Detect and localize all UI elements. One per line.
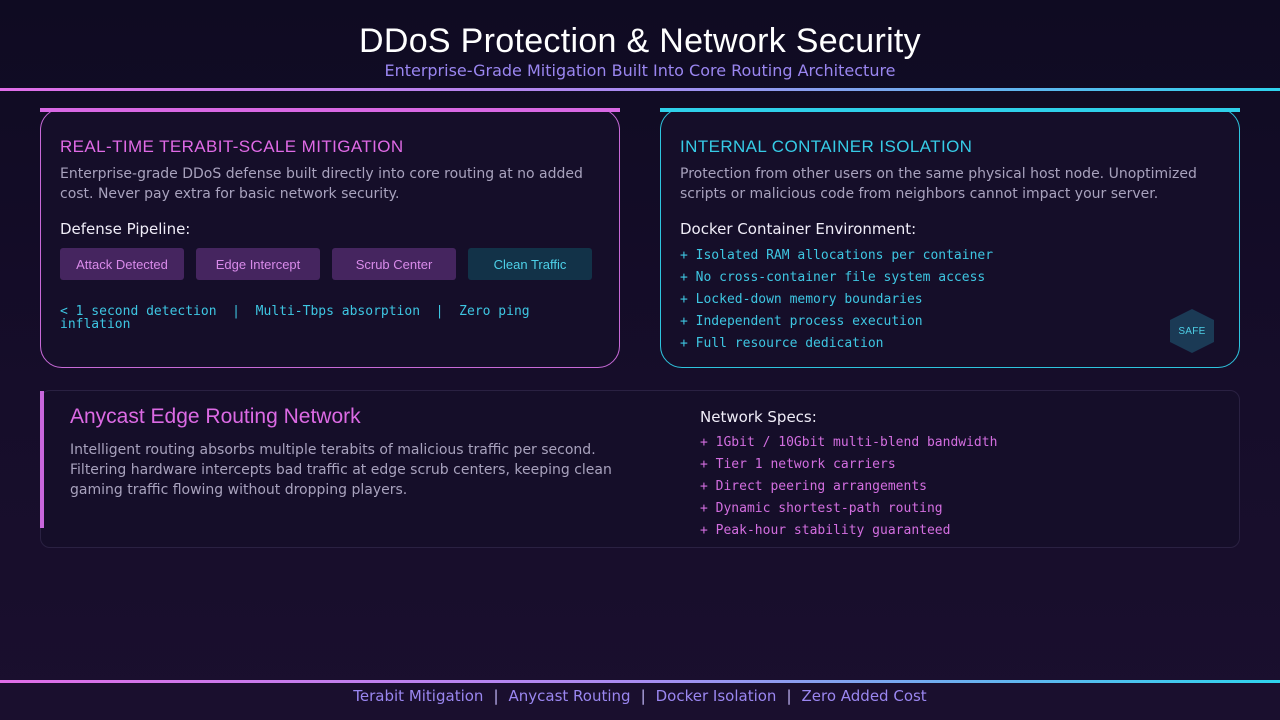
list-item: + Dynamic shortest-path routing xyxy=(700,501,943,516)
safe-badge-label: SAFE xyxy=(1178,325,1206,337)
footer-item: Terabit Mitigation xyxy=(353,687,484,705)
list-item: + Tier 1 network carriers xyxy=(700,457,896,472)
container-feature-list: + Isolated RAM allocations per container… xyxy=(680,247,993,357)
list-item: + Full resource dedication xyxy=(680,336,884,351)
list-item: + Isolated RAM allocations per container xyxy=(680,248,994,263)
list-item: + No cross-container file system access xyxy=(680,270,986,285)
pipeline-label: Defense Pipeline: xyxy=(60,220,191,238)
list-item: + Locked-down memory boundaries xyxy=(680,292,923,307)
footer: Terabit Mitigation | Anycast Routing | Docke… xyxy=(0,687,1280,705)
footer-separator: | xyxy=(786,687,792,705)
mitigation-card-title: REAL-TIME TERABIT-SCALE MITIGATION xyxy=(60,137,404,156)
anycast-title: Anycast Edge Routing Network xyxy=(70,405,361,428)
pipeline-stage-scrub-center: Scrub Center xyxy=(332,248,456,280)
list-item: + Independent process execution xyxy=(680,314,923,329)
mitigation-card-description: Enterprise-grade DDoS defense built dire… xyxy=(60,166,583,202)
isolation-card-description: Protection from other users on the same … xyxy=(680,166,1197,202)
bottom-gradient-divider xyxy=(0,680,1280,683)
pipeline-stage-clean-traffic: Clean Traffic xyxy=(468,248,592,280)
container-environment-label: Docker Container Environment: xyxy=(680,220,917,238)
isolation-card: INTERNAL CONTAINER ISOLATION Protection … xyxy=(660,108,1240,368)
network-specs-list: + 1Gbit / 10Gbit multi-blend bandwidth +… xyxy=(700,434,997,544)
pipeline-stage-edge-intercept: Edge Intercept xyxy=(196,248,320,280)
isolation-card-accent-bar xyxy=(660,108,1240,112)
list-item: + 1Gbit / 10Gbit multi-blend bandwidth xyxy=(700,435,998,450)
defense-pipeline: Attack Detected Edge Intercept Scrub Cen… xyxy=(60,248,600,280)
anycast-accent-bar xyxy=(40,391,44,528)
anycast-description: Intelligent routing absorbs multiple ter… xyxy=(70,442,612,498)
page-title: DDoS Protection & Network Security xyxy=(359,22,921,60)
page-subtitle: Enterprise-Grade Mitigation Built Into C… xyxy=(384,61,896,80)
mitigation-card: REAL-TIME TERABIT-SCALE MITIGATION Enter… xyxy=(40,108,620,368)
mitigation-card-accent-bar xyxy=(40,108,620,112)
anycast-panel: Anycast Edge Routing Network Intelligent… xyxy=(40,390,1240,548)
footer-separator: | xyxy=(493,687,499,705)
hexagon-shield-icon: SAFE xyxy=(1170,309,1214,353)
footer-item: Anycast Routing xyxy=(508,687,631,705)
footer-item: Zero Added Cost xyxy=(801,687,927,705)
list-item: + Direct peering arrangements xyxy=(700,479,927,494)
list-item: + Peak-hour stability guaranteed xyxy=(700,523,951,538)
mitigation-metrics: < 1 second detection | Multi-Tbps absorp… xyxy=(60,304,538,332)
isolation-card-title: INTERNAL CONTAINER ISOLATION xyxy=(680,137,973,156)
network-specs-label: Network Specs: xyxy=(700,408,817,426)
header: DDoS Protection & Network Security Enter… xyxy=(0,0,1280,90)
top-gradient-divider xyxy=(0,88,1280,91)
pipeline-stage-attack-detected: Attack Detected xyxy=(60,248,184,280)
footer-separator: | xyxy=(640,687,646,705)
footer-item: Docker Isolation xyxy=(655,687,777,705)
